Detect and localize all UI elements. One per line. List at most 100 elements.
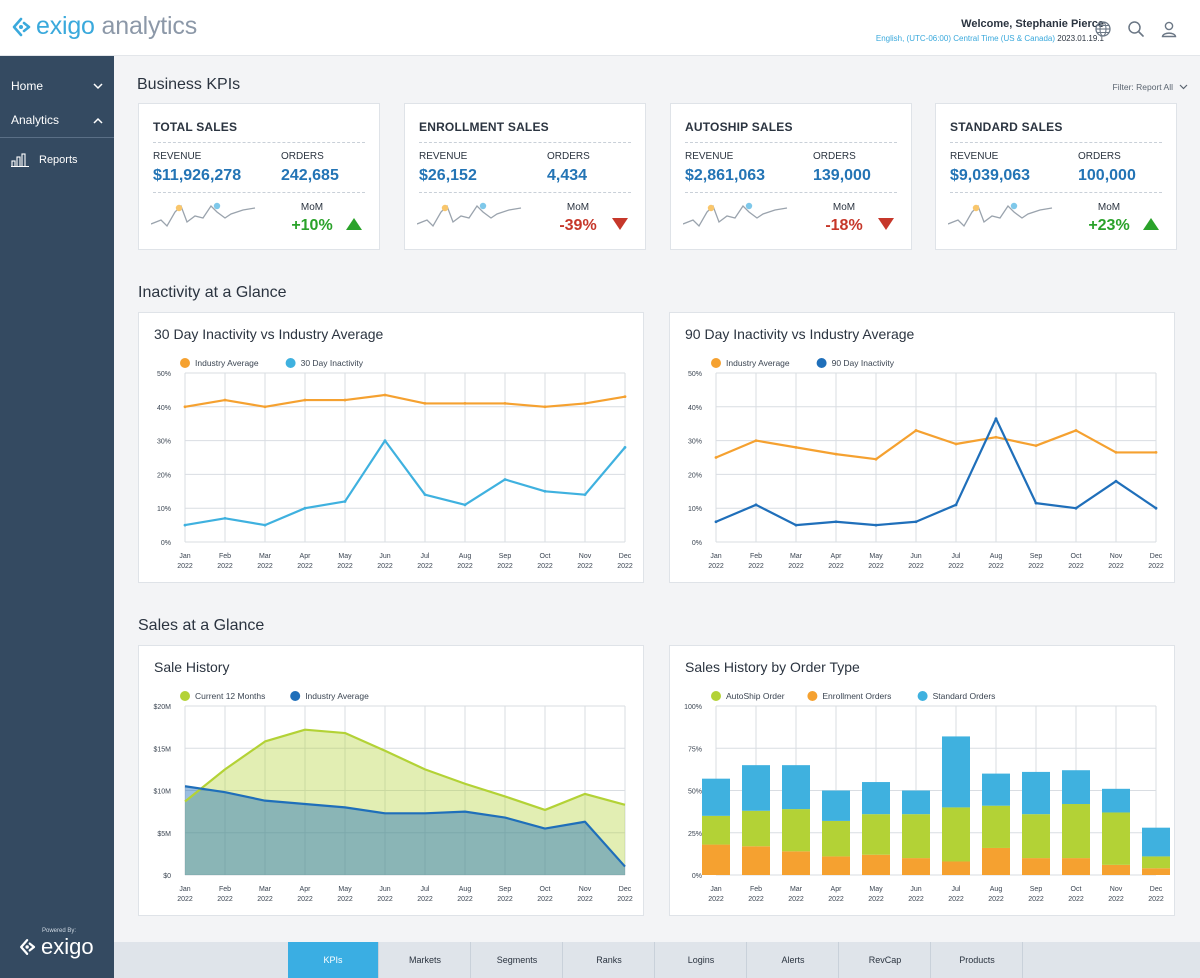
data-point[interactable] <box>263 405 267 409</box>
bar-segment[interactable] <box>942 807 970 862</box>
bar-segment[interactable] <box>822 856 850 875</box>
data-point[interactable] <box>183 405 187 409</box>
bar-segment[interactable] <box>782 809 810 852</box>
data-point[interactable] <box>343 398 347 402</box>
bar-segment[interactable] <box>742 765 770 811</box>
bar-segment[interactable] <box>902 858 930 875</box>
legend-label[interactable]: AutoShip Order <box>726 691 785 701</box>
data-point[interactable] <box>303 398 307 402</box>
data-point[interactable] <box>1114 479 1118 483</box>
data-point[interactable] <box>1034 501 1038 505</box>
bar-segment[interactable] <box>1142 868 1170 875</box>
data-point[interactable] <box>874 523 878 527</box>
bar-segment[interactable] <box>982 805 1010 848</box>
tab-segments[interactable]: Segments <box>472 942 563 978</box>
tab-logins[interactable]: Logins <box>656 942 747 978</box>
legend-label[interactable]: 90 Day Inactivity <box>832 358 895 368</box>
series-line[interactable] <box>184 439 626 527</box>
bar-segment[interactable] <box>942 736 970 808</box>
data-point[interactable] <box>623 445 627 449</box>
legend-label[interactable]: Current 12 Months <box>195 691 265 701</box>
bar-segment[interactable] <box>1102 788 1130 813</box>
legend-label[interactable]: Industry Average <box>726 358 790 368</box>
data-point[interactable] <box>834 520 838 524</box>
bar-segment[interactable] <box>982 847 1010 875</box>
bar-segment[interactable] <box>1102 812 1130 865</box>
data-point[interactable] <box>994 417 998 421</box>
series-line[interactable] <box>715 429 1156 461</box>
tab-ranks[interactable]: Ranks <box>564 942 655 978</box>
data-point[interactable] <box>914 429 918 432</box>
legend-label[interactable]: Enrollment Orders <box>822 691 891 701</box>
bar-segment[interactable] <box>822 820 850 857</box>
tab-kpis[interactable]: KPIs <box>288 942 379 978</box>
data-point[interactable] <box>343 500 347 503</box>
tab-markets[interactable]: Markets <box>380 942 471 978</box>
bar-segment[interactable] <box>1022 814 1050 859</box>
search-icon[interactable] <box>1127 20 1145 38</box>
bar-segment[interactable] <box>1142 856 1170 869</box>
data-point[interactable] <box>714 456 718 459</box>
data-point[interactable] <box>794 523 798 527</box>
user-icon[interactable] <box>1160 20 1178 38</box>
data-point[interactable] <box>914 520 918 524</box>
data-point[interactable] <box>423 402 427 405</box>
data-point[interactable] <box>1074 429 1078 432</box>
tab-products[interactable]: Products <box>932 942 1023 978</box>
bar-segment[interactable] <box>782 765 810 810</box>
data-point[interactable] <box>1154 451 1158 454</box>
bar-segment[interactable] <box>862 782 890 815</box>
globe-icon[interactable] <box>1094 20 1112 38</box>
data-point[interactable] <box>874 457 878 461</box>
bar-segment[interactable] <box>942 861 970 875</box>
data-point[interactable] <box>1114 451 1118 454</box>
data-point[interactable] <box>383 439 387 442</box>
data-point[interactable] <box>223 516 227 520</box>
legend-label[interactable]: Industry Average <box>305 691 369 701</box>
series-line[interactable] <box>715 417 1157 527</box>
data-point[interactable] <box>714 520 718 524</box>
data-point[interactable] <box>754 503 758 507</box>
data-point[interactable] <box>503 402 507 405</box>
timezone-label[interactable]: English, (UTC-06:00) Central Time (US & … <box>876 34 1055 43</box>
bar-segment[interactable] <box>1022 771 1050 815</box>
legend-label[interactable]: 30 Day Inactivity <box>301 358 364 368</box>
bar-segment[interactable] <box>1062 804 1090 859</box>
bar-segment[interactable] <box>862 814 890 855</box>
data-point[interactable] <box>794 445 798 449</box>
data-point[interactable] <box>623 395 627 399</box>
data-point[interactable] <box>303 506 307 510</box>
legend-label[interactable]: Industry Average <box>195 358 259 368</box>
bar-segment[interactable] <box>782 851 810 875</box>
sidebar-item-analytics[interactable]: Analytics <box>0 103 114 137</box>
kpi-card[interactable]: TOTAL SALES REVENUE ORDERS $11,926,278 242,6… <box>138 103 380 250</box>
data-point[interactable] <box>834 452 838 456</box>
data-point[interactable] <box>423 493 427 497</box>
data-point[interactable] <box>954 442 958 446</box>
data-point[interactable] <box>754 439 758 442</box>
data-point[interactable] <box>503 478 507 481</box>
sidebar-item-home[interactable]: Home <box>0 69 114 103</box>
report-filter[interactable]: Filter: Report All <box>1113 82 1188 92</box>
data-point[interactable] <box>994 435 998 439</box>
data-point[interactable] <box>954 503 958 507</box>
data-point[interactable] <box>1154 506 1158 510</box>
data-point[interactable] <box>543 405 547 409</box>
kpi-card[interactable]: AUTOSHIP SALES REVENUE ORDERS $2,861,063 139… <box>670 103 912 250</box>
series-line[interactable] <box>184 393 626 408</box>
data-point[interactable] <box>223 398 227 402</box>
bar-segment[interactable] <box>702 778 730 816</box>
bar-segment[interactable] <box>1102 864 1130 875</box>
data-point[interactable] <box>583 402 587 405</box>
bar-segment[interactable] <box>702 844 730 875</box>
bar-segment[interactable] <box>1062 770 1090 805</box>
bar-segment[interactable] <box>702 815 730 845</box>
data-point[interactable] <box>383 393 387 397</box>
sidebar-item-reports[interactable]: Reports <box>0 138 114 182</box>
data-point[interactable] <box>463 503 467 507</box>
data-point[interactable] <box>1074 506 1078 510</box>
bar-segment[interactable] <box>742 810 770 847</box>
bar-segment[interactable] <box>1022 858 1050 875</box>
kpi-card[interactable]: ENROLLMENT SALES REVENUE ORDERS $26,152 4,43… <box>404 103 646 250</box>
kpi-card[interactable]: STANDARD SALES REVENUE ORDERS $9,039,063 100… <box>935 103 1177 250</box>
